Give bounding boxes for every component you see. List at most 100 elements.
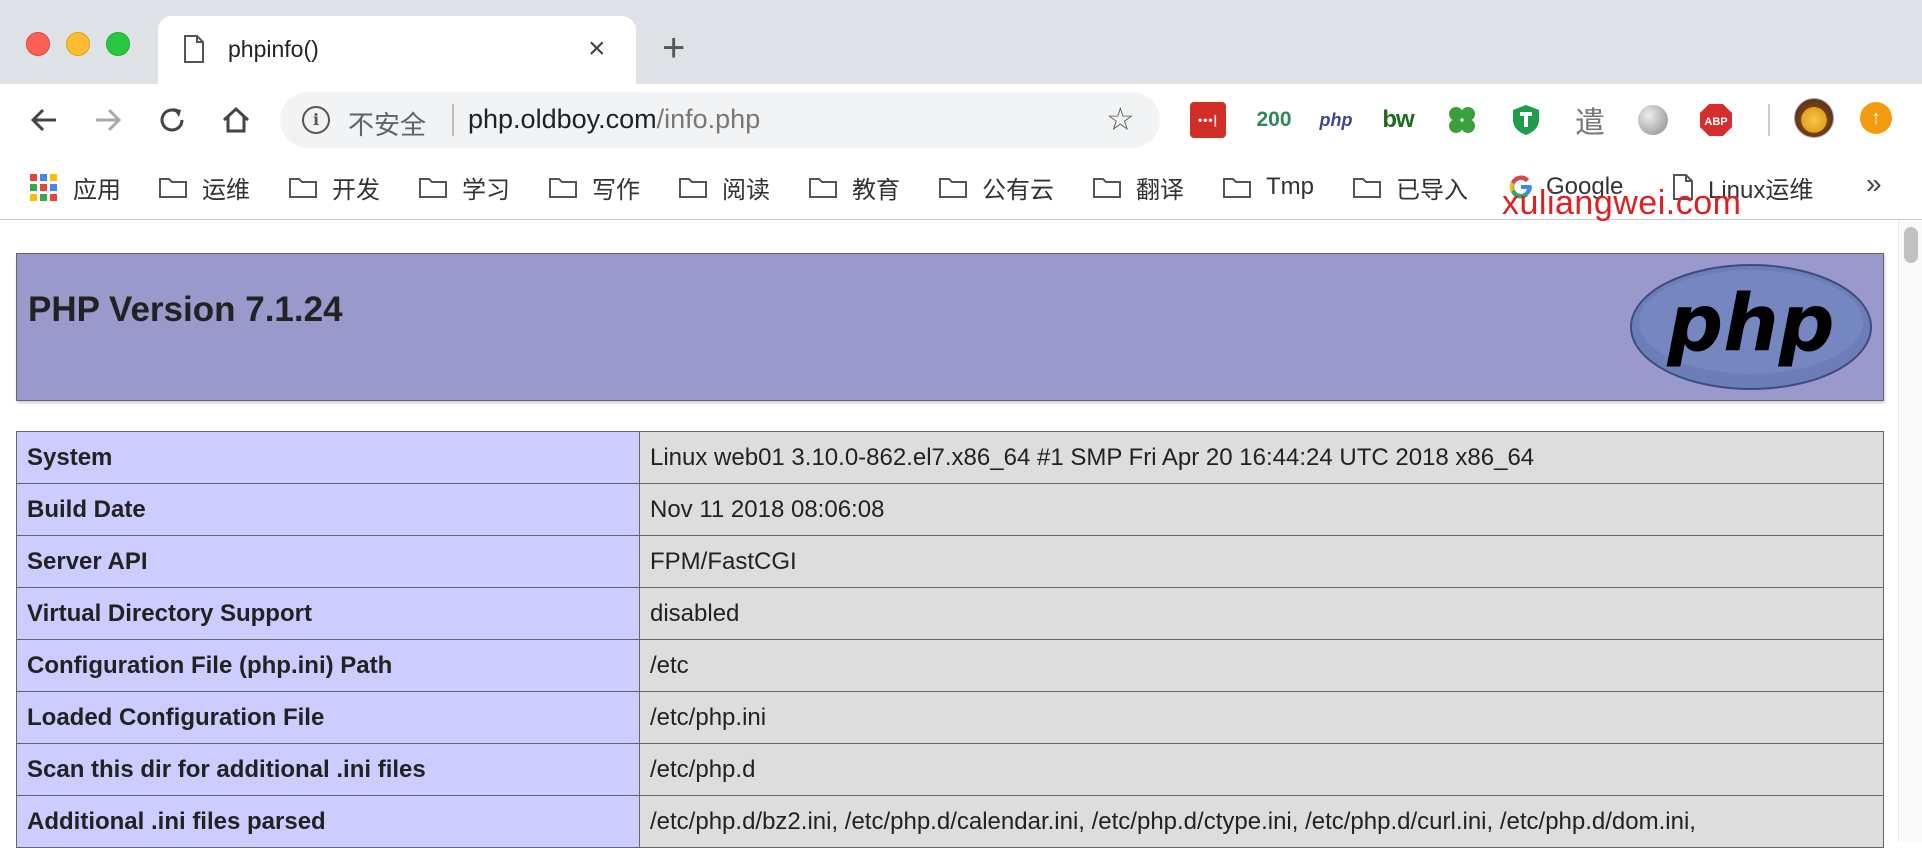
table-row: Virtual Directory Support disabled <box>16 587 1884 640</box>
folder-icon <box>1093 178 1121 198</box>
bookmark-folder-dev[interactable]: 开发 <box>288 170 380 204</box>
update-arrow-icon[interactable]: ↑ <box>1860 102 1892 134</box>
bookmark-label: 阅读 <box>722 176 770 204</box>
row-label: Virtual Directory Support <box>16 587 640 640</box>
clover-glyph-icon <box>1449 107 1475 133</box>
folder-icon <box>289 178 317 198</box>
bookmark-label: 学习 <box>462 176 510 204</box>
tab-title: phpinfo() <box>228 36 319 62</box>
bookmark-label: 写作 <box>592 176 640 204</box>
row-label: Configuration File (php.ini) Path <box>16 639 640 692</box>
clover-icon[interactable] <box>1444 102 1480 138</box>
row-value: disabled <box>639 587 1884 640</box>
row-label: Server API <box>16 535 640 588</box>
bookmark-label: 公有云 <box>982 176 1054 204</box>
folder-icon <box>159 178 187 198</box>
php-logo-icon[interactable]: php <box>1628 262 1874 392</box>
bookmark-folder-reading[interactable]: 阅读 <box>678 170 770 204</box>
bookmark-label: 开发 <box>332 176 380 204</box>
page-title: PHP Version 7.1.24 <box>28 290 343 329</box>
php-ext-icon[interactable]: php <box>1318 102 1354 138</box>
page-content: PHP Version 7.1.24 php System Linux web01… <box>0 221 1922 848</box>
bookmark-folder-cloud[interactable]: 公有云 <box>938 170 1054 204</box>
address-bar[interactable]: i 不安全 php.oldboy.com/info.php ☆ <box>280 92 1160 148</box>
browser-toolbar: i 不安全 php.oldboy.com/info.php ☆ •••| 200… <box>0 84 1922 156</box>
bookmark-folder-ops[interactable]: 运维 <box>158 170 250 204</box>
bookmark-folder-education[interactable]: 教育 <box>808 170 900 204</box>
apps-grid-icon <box>30 173 57 201</box>
row-value: Linux web01 3.10.0-862.el7.x86_64 #1 SMP… <box>639 431 1884 484</box>
table-row: Scan this dir for additional .ini files /… <box>16 743 1884 796</box>
bookmark-label: Tmp <box>1266 173 1314 200</box>
bookmark-apps[interactable]: 应用 <box>30 170 121 204</box>
table-row: Configuration File (php.ini) Path/etc <box>16 639 1884 692</box>
table-row: Additional .ini files parsed/etc/php.d/b… <box>16 795 1884 848</box>
bookmark-folder-translate[interactable]: 翻译 <box>1092 170 1184 204</box>
scrollbar-thumb[interactable] <box>1904 227 1918 263</box>
back-arrow-icon <box>30 108 56 132</box>
phpinfo-table: System Linux web01 3.10.0-862.el7.x86_64 … <box>16 431 1884 848</box>
row-label: Loaded Configuration File <box>16 691 640 744</box>
reload-icon <box>160 108 184 132</box>
bookmark-folder-study[interactable]: 学习 <box>418 170 510 204</box>
table-row: System Linux web01 3.10.0-862.el7.x86_64 … <box>16 431 1884 484</box>
new-tab-button[interactable]: + <box>662 28 685 68</box>
shield-t-icon[interactable] <box>1508 102 1544 138</box>
forward-button[interactable] <box>88 100 128 140</box>
maximize-window-button[interactable] <box>106 32 130 56</box>
tab-phpinfo[interactable]: phpinfo() × <box>158 16 636 84</box>
bookmark-label: 教育 <box>852 176 900 204</box>
folder-icon <box>419 178 447 198</box>
url-path: /info.php <box>656 104 761 134</box>
lastpass-icon[interactable]: •••| <box>1190 102 1226 138</box>
php-ext-label: php <box>1319 109 1353 130</box>
bw-ext-icon[interactable]: bw <box>1380 102 1416 138</box>
home-button[interactable] <box>216 100 256 140</box>
page-scrollbar[interactable] <box>1898 221 1922 842</box>
page-icon <box>184 35 204 63</box>
ink-icon[interactable]: 遣 <box>1572 102 1608 141</box>
folder-icon <box>1223 178 1251 198</box>
row-label: Scan this dir for additional .ini files <box>16 743 640 796</box>
adblock-icon[interactable]: ABP <box>1698 102 1734 138</box>
bookmark-folder-imported[interactable]: 已导入 <box>1352 170 1468 204</box>
bookmark-label: 已导入 <box>1396 176 1468 204</box>
reload-button[interactable] <box>152 100 192 140</box>
bookmark-label: 运维 <box>202 176 250 204</box>
http-status-label: 200 <box>1256 108 1292 131</box>
http-status-icon[interactable]: 200 <box>1252 102 1296 138</box>
row-value: /etc <box>639 639 1884 692</box>
toolbar-divider <box>1768 104 1770 136</box>
bookmarks-overflow-button[interactable]: » <box>1866 168 1882 200</box>
bw-ext-label: bw <box>1382 106 1414 133</box>
row-value: FPM/FastCGI <box>639 535 1884 588</box>
forward-arrow-icon <box>96 108 122 132</box>
bookmark-label: 应用 <box>73 176 121 204</box>
bookmark-folder-tmp[interactable]: Tmp <box>1222 170 1314 204</box>
close-tab-icon[interactable]: × <box>588 34 606 64</box>
url-host: php.oldboy.com <box>468 104 657 134</box>
folder-icon <box>679 178 707 198</box>
row-value: Nov 11 2018 08:06:08 <box>639 483 1884 536</box>
php-version-header: PHP Version 7.1.24 php <box>16 253 1884 401</box>
bookmark-label: 翻译 <box>1136 176 1184 204</box>
home-icon <box>222 106 250 133</box>
lastpass-label: •••| <box>1198 113 1218 127</box>
row-label: System <box>16 431 640 484</box>
row-value: /etc/php.d/bz2.ini, /etc/php.d/calendar.… <box>639 795 1884 848</box>
info-icon[interactable]: i <box>302 106 330 134</box>
folder-icon <box>549 178 577 198</box>
back-button[interactable] <box>24 100 64 140</box>
globe-icon[interactable] <box>1638 105 1668 135</box>
omnibox-divider <box>452 104 454 136</box>
tab-strip: phpinfo() × + <box>0 0 1922 84</box>
profile-avatar[interactable] <box>1794 98 1834 138</box>
close-window-button[interactable] <box>26 32 50 56</box>
url-text[interactable]: php.oldboy.com/info.php <box>468 104 760 135</box>
security-label[interactable]: 不安全 <box>348 105 426 142</box>
minimize-window-button[interactable] <box>66 32 90 56</box>
php-logo-text: php <box>1666 279 1834 369</box>
bookmark-folder-writing[interactable]: 写作 <box>548 170 640 204</box>
bookmark-star-icon[interactable]: ☆ <box>1106 102 1135 136</box>
folder-icon <box>809 178 837 198</box>
